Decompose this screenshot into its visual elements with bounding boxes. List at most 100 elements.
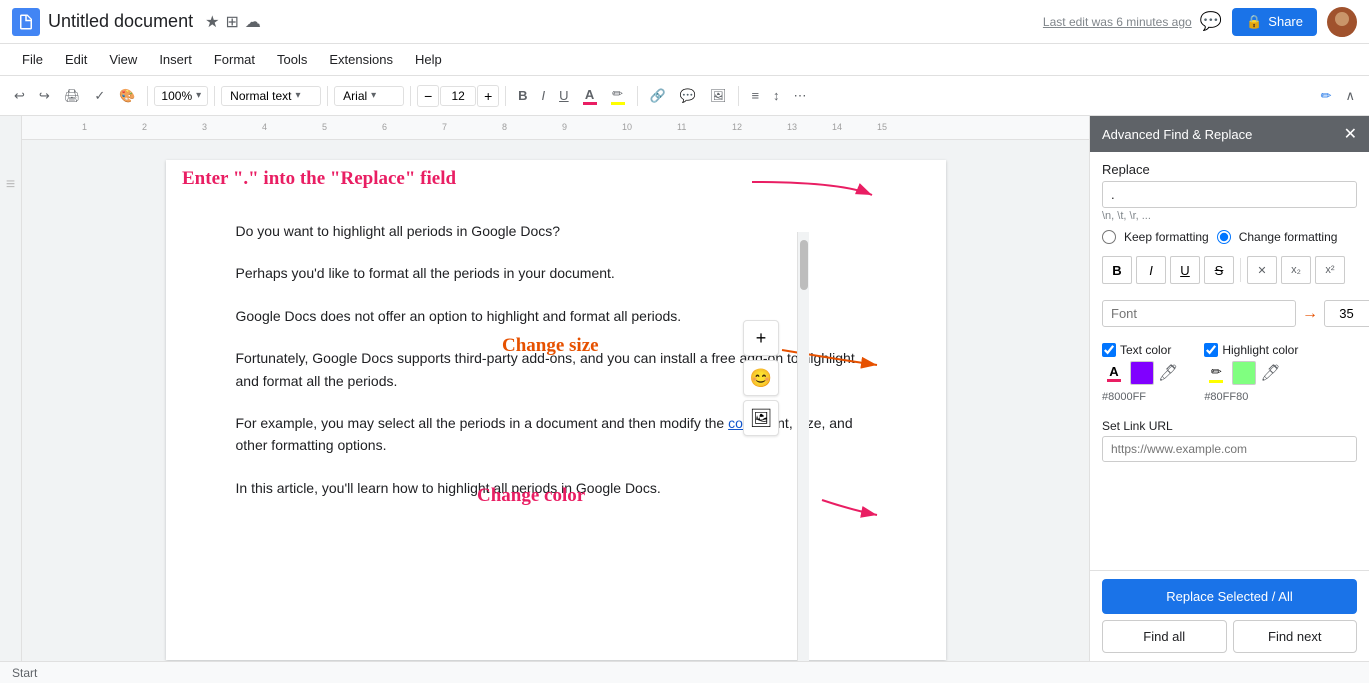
emoji-button[interactable]: 😊 [743,360,779,396]
svg-text:4: 4 [262,122,267,132]
replace-selected-all-button[interactable]: Replace Selected / All [1102,579,1357,614]
find-all-button[interactable]: Find all [1102,620,1227,653]
fmt-clear1-button[interactable]: ✕ [1247,256,1277,284]
toolbar: ↩ ↪ 🖨 ✓ 🎨 100% ▾ Normal text ▾ Arial ▾ −… [0,76,1369,116]
font-row: → [1102,300,1357,327]
font-size-minus[interactable]: − [417,85,439,107]
svg-text:10: 10 [622,122,632,132]
link-input[interactable] [1102,436,1357,462]
menu-format[interactable]: Format [204,48,265,71]
undo-button[interactable]: ↩ [8,84,31,108]
font-size-panel-input[interactable] [1324,300,1369,327]
text-color-checkbox[interactable] [1102,343,1116,357]
underline-button[interactable]: U [553,84,574,107]
fmt-superscript-button[interactable]: x² [1315,256,1345,284]
bold-button[interactable]: B [512,84,533,107]
share-button[interactable]: 🔒 Share [1232,8,1317,36]
v-scrollbar-thumb[interactable] [800,240,808,290]
highlight-picker-icon[interactable]: 🖊 [1260,363,1280,383]
menu-view[interactable]: View [99,48,147,71]
status-bar: Start [0,661,1369,683]
right-panel: Advanced Find & Replace ✕ Replace \n, \t… [1089,116,1369,661]
svg-text:8: 8 [502,122,507,132]
menu-bar: File Edit View Insert Format Tools Exten… [0,44,1369,76]
cloud-icon[interactable]: ☁ [245,12,261,32]
comment-toolbar-button[interactable]: 💬 [674,84,702,108]
svg-text:3: 3 [202,122,207,132]
pen-mode-button[interactable]: ✏ [1315,84,1338,108]
menu-extensions[interactable]: Extensions [319,48,403,71]
separator7 [738,86,739,106]
separator1 [147,86,148,106]
keep-formatting-radio[interactable] [1102,230,1116,244]
print-button[interactable]: 🖨 [58,84,87,108]
doc-scroll[interactable]: Do you want to highlight all periods in … [22,140,1089,661]
star-icon[interactable]: ★ [205,12,219,32]
italic-button[interactable]: I [536,84,552,107]
link-button[interactable]: 🔗 [644,84,672,108]
para-1: Do you want to highlight all periods in … [236,220,876,242]
text-color-bar [1107,379,1121,382]
redo-button[interactable]: ↪ [33,84,56,108]
change-formatting-radio[interactable] [1217,230,1231,244]
menu-help[interactable]: Help [405,48,452,71]
font-chevron: ▾ [371,90,376,101]
image-insert-button[interactable]: 🖼 [743,400,779,436]
doc-area: 1 2 3 4 5 6 7 8 9 10 11 12 13 14 15 Do y… [22,116,1089,661]
fmt-italic-button[interactable]: I [1136,256,1166,284]
highlight-color-hex: #80FF80 [1204,391,1298,403]
fmt-bold-button[interactable]: B [1102,256,1132,284]
style-value: Normal text [230,89,291,103]
spacing-button[interactable]: ↕ [767,84,786,107]
title-icons: ★ ⊞ ☁ [205,12,261,32]
find-next-button[interactable]: Find next [1233,620,1358,653]
user-avatar[interactable] [1327,7,1357,37]
svg-text:14: 14 [832,122,842,132]
menu-tools[interactable]: Tools [267,48,317,71]
svg-text:5: 5 [322,122,327,132]
text-color-button[interactable]: A [577,83,603,109]
doc-title: Untitled document [48,11,193,32]
color-section: Text color A 🖊 #8000FF [1102,343,1357,403]
panel-close-button[interactable]: ✕ [1344,124,1357,144]
align-button[interactable]: ≡ [745,84,765,107]
font-selector[interactable]: Arial ▾ [334,86,404,106]
zoom-chevron: ▾ [196,90,201,101]
panel-footer: Replace Selected / All Find all Find nex… [1090,570,1369,661]
para-2: Perhaps you'd like to format all the per… [236,262,876,284]
font-size-input[interactable] [440,86,476,106]
drive-icon[interactable]: ⊞ [225,12,238,32]
font-size-plus[interactable]: + [477,85,499,107]
paintformat-button[interactable]: 🎨 [113,84,141,108]
fmt-underline-button[interactable]: U [1170,256,1200,284]
fmt-subscript-button[interactable]: x₂ [1281,256,1311,284]
v-scrollbar[interactable] [797,232,809,661]
font-family-input[interactable] [1102,300,1296,327]
replace-label: Replace [1102,162,1357,177]
replace-input[interactable] [1102,181,1357,208]
highlight-color-checkbox[interactable] [1204,343,1218,357]
text-color-picker-icon[interactable]: 🖊 [1158,363,1178,383]
fmt-strike-button[interactable]: S [1204,256,1234,284]
text-color-swatch[interactable] [1130,361,1154,385]
more-options-button[interactable]: ⋯ [788,84,813,108]
para-3: Google Docs does not offer an option to … [236,305,876,327]
highlight-color-swatch[interactable] [1232,361,1256,385]
text-color-underbar [583,102,597,105]
menu-insert[interactable]: Insert [149,48,202,71]
menu-file[interactable]: File [12,48,53,71]
collapse-toolbar-button[interactable]: ∧ [1339,84,1361,108]
highlight-button[interactable]: ✏ [605,82,631,109]
zoom-selector[interactable]: 100% ▾ [154,86,208,106]
share-lock-icon: 🔒 [1246,14,1262,30]
image-toolbar-button[interactable]: 🖼 [704,84,733,108]
style-selector[interactable]: Normal text ▾ [221,86,321,106]
separator6 [637,86,638,106]
replace-section: Replace \n, \t, \r, ... [1102,162,1357,222]
spellcheck-button[interactable]: ✓ [88,84,111,108]
add-content-button[interactable]: + [743,320,779,356]
separator5 [505,86,506,106]
menu-edit[interactable]: Edit [55,48,97,71]
comments-icon[interactable]: 💬 [1200,11,1222,32]
last-edit-link[interactable]: Last edit was 6 minutes ago [1043,15,1192,29]
